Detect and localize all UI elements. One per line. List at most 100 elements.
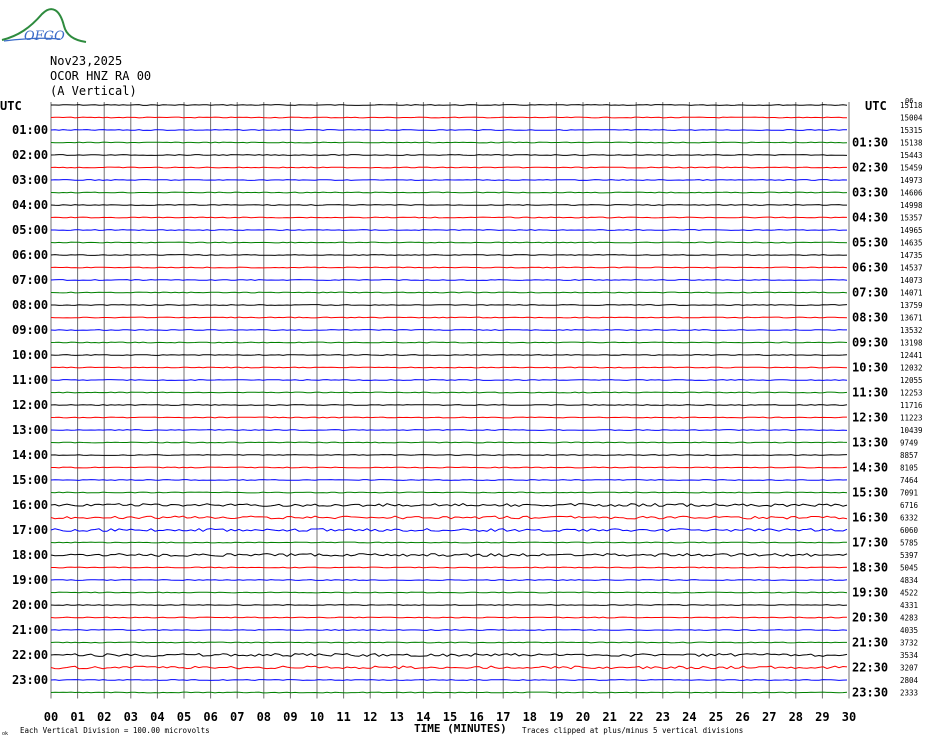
- x-tick-label: 27: [762, 710, 776, 724]
- trace-offset: 7091: [900, 489, 918, 498]
- x-tick-label: 03: [124, 710, 138, 724]
- left-hour-label: 10:00: [12, 348, 48, 362]
- left-hour-labels: 01:00 02:00 03:00 04:00 05:00 06:00 07:00 08:00…: [12, 123, 48, 687]
- x-tick-label: 29: [815, 710, 829, 724]
- right-hour-label: 20:30: [852, 611, 888, 625]
- trace-offset: 7464: [900, 476, 919, 485]
- utc-right-label: UTC: [865, 99, 887, 113]
- right-hour-label: 13:30: [852, 436, 888, 450]
- trace-offset: 6716: [900, 501, 919, 510]
- x-tick-label: 06: [203, 710, 217, 724]
- right-hour-label: 07:30: [852, 286, 888, 300]
- right-hour-label: 16:30: [852, 511, 888, 525]
- logo-text: OFGO: [24, 29, 65, 44]
- trace-offset: 6060: [900, 526, 919, 535]
- left-hour-label: 14:00: [12, 448, 48, 462]
- seismic-trace: [50, 154, 848, 156]
- left-hour-label: 16:00: [12, 498, 48, 512]
- x-tick-label: 19: [549, 710, 563, 724]
- left-hour-label: 23:00: [12, 673, 48, 687]
- trace-offset: 14073: [900, 276, 923, 285]
- trace-offset: 5045: [900, 564, 918, 573]
- left-hour-label: 09:00: [12, 323, 48, 337]
- clip-note: Traces clipped at plus/minus 5 vertical …: [522, 726, 743, 735]
- right-hour-label: 12:30: [852, 411, 888, 425]
- trace-offset: 8105: [900, 464, 918, 473]
- trace-offset: 4834: [900, 576, 919, 585]
- trace-offset: 15459: [900, 164, 923, 173]
- left-hour-label: 18:00: [12, 548, 48, 562]
- seismic-trace: [50, 429, 848, 431]
- trace-offset: 12055: [900, 376, 923, 385]
- seismic-trace: [50, 503, 848, 507]
- trace-offset: 3534: [900, 651, 919, 660]
- seismic-trace: [50, 179, 848, 181]
- left-hour-label: 22:00: [12, 648, 48, 662]
- seismic-trace: [50, 241, 848, 244]
- trace-offset: 13198: [900, 339, 923, 348]
- trace-offset: 3732: [900, 639, 918, 648]
- trace-offset: 14965: [900, 226, 923, 235]
- left-hour-label: 05:00: [12, 223, 48, 237]
- seismic-trace: [50, 653, 848, 657]
- seismic-trace: [50, 591, 848, 594]
- trace-offset: 4331: [900, 601, 918, 610]
- x-tick-label: 07: [230, 710, 244, 724]
- trace-offset: 3207: [900, 664, 918, 673]
- seismic-trace: [50, 604, 848, 606]
- left-hour-label: 15:00: [12, 473, 48, 487]
- component-label: (A Vertical): [50, 84, 137, 98]
- trace-offset: 5397: [900, 551, 918, 560]
- right-hour-label: 04:30: [852, 211, 888, 225]
- right-hour-label: 15:30: [852, 486, 888, 500]
- seismic-trace: [51, 229, 847, 231]
- seismic-trace: [50, 416, 847, 419]
- right-hour-label: 21:30: [852, 636, 888, 650]
- x-tick-label: 28: [789, 710, 803, 724]
- seismic-trace: [51, 304, 848, 306]
- seismic-trace: [50, 479, 848, 481]
- x-tick-label: 13: [390, 710, 404, 724]
- seismic-trace: [50, 341, 848, 344]
- minute-grid: [50, 102, 850, 699]
- x-tick-label: 04: [150, 710, 164, 724]
- right-hour-label: 06:30: [852, 261, 888, 275]
- seismic-trace: [50, 116, 848, 119]
- seismic-trace: [50, 216, 848, 219]
- seismic-trace: [50, 616, 848, 619]
- seismic-trace: [50, 665, 848, 670]
- right-hour-label: 01:30: [852, 136, 888, 150]
- x-tick-label: 18: [523, 710, 537, 724]
- right-hour-label: 23:30: [852, 686, 888, 700]
- x-axis-title: TIME (MINUTES): [414, 722, 507, 735]
- trace-offset: 15315: [900, 126, 923, 135]
- seismic-trace: [50, 266, 848, 269]
- left-hour-label: 20:00: [12, 598, 48, 612]
- left-hour-label: 21:00: [12, 623, 48, 637]
- x-tick-label: 23: [656, 710, 670, 724]
- right-hour-label: 19:30: [852, 586, 888, 600]
- left-hour-label: 08:00: [12, 298, 48, 312]
- seismic-trace: [50, 528, 848, 532]
- seismic-trace: [50, 129, 847, 131]
- seismic-trace: [50, 491, 848, 494]
- right-hour-label: 18:30: [852, 561, 888, 575]
- right-hour-label: 08:30: [852, 311, 888, 325]
- trace-offset: 4035: [900, 626, 918, 635]
- station-code: OCOR HNZ RA 00: [50, 69, 151, 83]
- right-hour-label: 09:30: [852, 336, 888, 350]
- trace-offset: 14735: [900, 251, 923, 260]
- trace-offset: 14973: [900, 176, 923, 185]
- plot-date: Nov23,2025: [50, 54, 122, 68]
- scale-note: Each Vertical Division = 100.00 microvol…: [20, 726, 210, 735]
- x-tick-label: 08: [257, 710, 271, 724]
- seismic-trace: [51, 466, 848, 469]
- seismic-trace: [50, 579, 848, 581]
- left-hour-label: 01:00: [12, 123, 48, 137]
- x-tick-label: 30: [842, 710, 856, 724]
- right-hour-label: 03:30: [852, 186, 888, 200]
- seismic-trace: [50, 204, 847, 206]
- trace-offset: 12032: [900, 364, 923, 373]
- trace-offset-labels: 15118 15004 15315 15138 15443 15459 14973 14606…: [900, 101, 923, 698]
- x-tick-label: 26: [735, 710, 749, 724]
